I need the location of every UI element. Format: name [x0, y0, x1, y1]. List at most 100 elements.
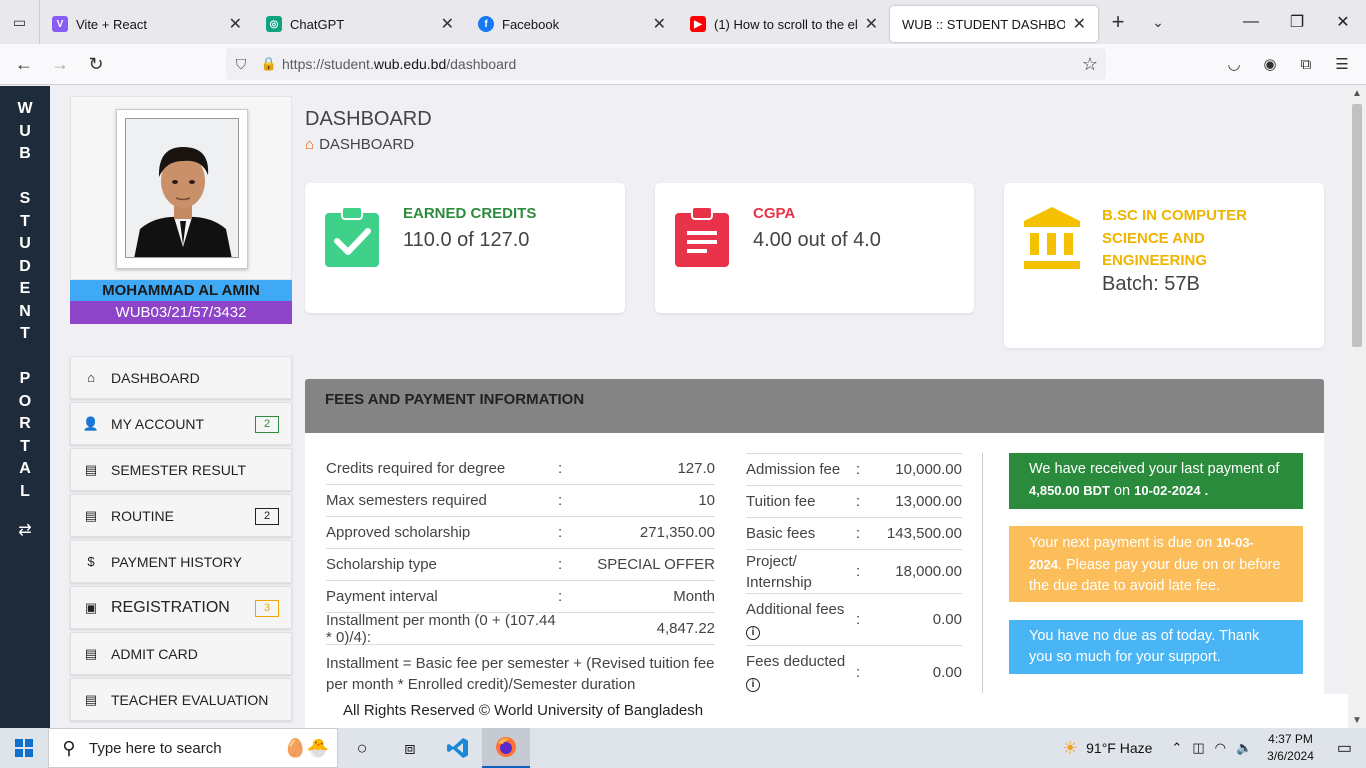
browser-tab[interactable]: f Facebook ✕ [466, 6, 678, 42]
weather-widget[interactable]: ☀ 91°F Haze [1062, 738, 1152, 759]
info-icon[interactable]: i [746, 625, 760, 640]
windows-start-icon[interactable] [0, 728, 48, 768]
fee-label: Admission fee [746, 461, 841, 478]
browser-tab[interactable]: ▶ (1) How to scroll to the eleme ✕ [678, 6, 890, 42]
sidebar-item-semester-result[interactable]: ▤ SEMESTER RESULT [70, 448, 292, 491]
sidebar-item-payment-history[interactable]: $ PAYMENT HISTORY [70, 540, 292, 583]
home-icon[interactable]: ⌂ [305, 136, 314, 153]
page-scrollbar[interactable]: ▲ ▼ [1348, 86, 1366, 728]
shield-icon[interactable]: ⛉ [226, 56, 256, 73]
scroll-down-icon[interactable]: ▼ [1348, 715, 1366, 726]
sidebar-item-dashboard[interactable]: ⌂ DASHBOARD [70, 356, 292, 399]
fees-breakdown-table: Admission fee: 10,000.00 Tuition fee: 13,00… [746, 453, 962, 698]
info-icon[interactable]: i [746, 678, 760, 692]
sidebar-item-routine[interactable]: ▤ ROUTINE 2 [70, 494, 292, 537]
program-card: B.SC IN COMPUTER SCIENCE AND ENGINEERING… [1004, 183, 1324, 348]
clock-date: 3/6/2024 [1267, 749, 1314, 763]
chevron-down-icon[interactable]: ⌄ [1138, 14, 1178, 31]
fee-info-row: Credits required for degree: 127.0 [326, 453, 715, 485]
colon: : [856, 563, 861, 580]
sidebar-item-label: DASHBOARD [111, 369, 200, 386]
minimize-icon[interactable]: — [1228, 0, 1274, 44]
colon: : [856, 663, 861, 681]
lock-icon[interactable]: 🔒 [256, 56, 282, 72]
count-badge: 3 [255, 600, 279, 617]
sidebar-item-teacher-evaluation[interactable]: ▤ TEACHER EVALUATION [70, 678, 292, 721]
portal-left-bar: WUB STUDENT PORTAL ⇄ [0, 86, 50, 728]
fee-info-row: Approved scholarship: 271,350.00 [326, 517, 715, 549]
count-badge: 2 [255, 416, 279, 433]
sidebar-item-admit-card[interactable]: ▤ ADMIT CARD [70, 632, 292, 675]
search-placeholder: Type here to search [89, 739, 222, 757]
colon: : [558, 524, 563, 541]
scroll-up-icon[interactable]: ▲ [1348, 88, 1366, 99]
chevron-up-icon[interactable]: ⌃ [1171, 740, 1182, 756]
fee-label: Approved scholarship [326, 524, 471, 541]
sidebar: MOHAMMAD AL AMIN WUB03/21/57/3432 ⌂ DASHB… [70, 96, 292, 724]
colon: : [856, 611, 861, 628]
back-icon[interactable]: ← [6, 48, 42, 80]
new-tab-icon[interactable]: + [1098, 9, 1138, 35]
pocket-icon[interactable]: ◡ [1216, 48, 1252, 80]
user-icon: 👤 [82, 415, 100, 431]
browser-tab[interactable]: V Vite + React ✕ [40, 6, 254, 42]
extensions-icon[interactable]: ⧉ [1288, 48, 1324, 80]
clock-time: 4:37 PM [1268, 732, 1313, 746]
scrollbar-thumb[interactable] [1352, 104, 1362, 347]
cortana-icon[interactable]: ○ [338, 728, 386, 768]
browser-nav-bar: ← → ↻ ⛉ 🔒 https://student. wub.edu.bd/das… [0, 44, 1366, 85]
sidebar-item-my-account[interactable]: 👤 MY ACCOUNT 2 [70, 402, 292, 445]
clock[interactable]: 4:37 PM 3/6/2024 [1267, 731, 1314, 765]
close-tab-icon[interactable]: ✕ [441, 14, 454, 34]
breadcrumb-item[interactable]: DASHBOARD [319, 136, 414, 153]
university-icon [1024, 207, 1080, 274]
browser-tab-active[interactable]: WUB :: STUDENT DASHBOARD ✕ [890, 6, 1098, 42]
student-id: WUB03/21/57/3432 [70, 301, 292, 324]
fee-value: 0.00 [932, 663, 962, 681]
taskbar-search-input[interactable]: ⚲ Type here to search 🥚🐣 [48, 728, 338, 768]
colon: : [558, 556, 563, 573]
fee-label: Max semesters required [326, 492, 487, 509]
toolbar-icons: ◡ ◉ ⧉ ☰ [1216, 48, 1360, 80]
close-window-icon[interactable]: ✕ [1320, 0, 1366, 44]
fee-label: Fees deducted i [746, 653, 846, 692]
meet-now-icon[interactable]: ◫ [1192, 740, 1204, 756]
network-icon[interactable]: ◠ [1215, 740, 1226, 756]
fee-value: 271,350.00 [639, 524, 715, 541]
close-tab-icon[interactable]: ✕ [653, 14, 666, 34]
restore-icon[interactable]: ❐ [1274, 0, 1320, 44]
firefox-icon[interactable] [482, 728, 530, 768]
reload-icon[interactable]: ↻ [78, 48, 114, 80]
url-bar[interactable]: ⛉ 🔒 https://student. wub.edu.bd/dashboard… [226, 48, 1106, 80]
close-tab-icon[interactable]: ✕ [229, 14, 242, 34]
vscode-icon[interactable] [434, 728, 482, 768]
swap-arrows-icon[interactable]: ⇄ [0, 520, 50, 540]
forward-icon[interactable]: → [42, 48, 78, 80]
next-payment-alert: Your next payment is due on 10-03-2024. … [1009, 526, 1303, 602]
notification-icon[interactable]: ▭ [1337, 738, 1352, 758]
earned-credits-value: 110.0 of 127.0 [403, 229, 530, 251]
fee-label: Payment interval [326, 588, 438, 605]
tab-title: WUB :: STUDENT DASHBOARD [902, 16, 1065, 32]
fee-value: Month [673, 588, 715, 605]
tab-overview-icon[interactable]: ▭ [0, 0, 40, 44]
colon: : [856, 461, 861, 478]
weather-text: 91°F Haze [1086, 740, 1153, 756]
clipboard-icon: ▣ [84, 599, 98, 615]
colon: : [558, 492, 563, 509]
account-icon[interactable]: ◉ [1252, 48, 1288, 80]
menu-icon[interactable]: ☰ [1324, 48, 1360, 80]
close-tab-icon[interactable]: ✕ [1073, 14, 1086, 34]
sidebar-item-registration[interactable]: ▣ REGISTRATION 3 [70, 586, 292, 629]
close-tab-icon[interactable]: ✕ [865, 14, 878, 34]
bookmark-star-icon[interactable]: ☆ [1082, 54, 1098, 75]
browser-tab[interactable]: ◎ ChatGPT ✕ [254, 6, 466, 42]
volume-icon[interactable]: 🔈 [1236, 740, 1252, 756]
task-view-icon[interactable]: ⧈ [386, 728, 434, 768]
tab-title: Facebook [502, 16, 560, 32]
footer-copyright: All Rights Reserved © World University o… [305, 694, 1348, 728]
fee-label: Installment per month (0 + (107.44 * 0)/… [326, 611, 556, 646]
calendar-icon: ▤ [84, 691, 98, 707]
student-name: MOHAMMAD AL AMIN [70, 280, 292, 301]
breadcrumb: ⌂ DASHBOARD [305, 136, 414, 153]
